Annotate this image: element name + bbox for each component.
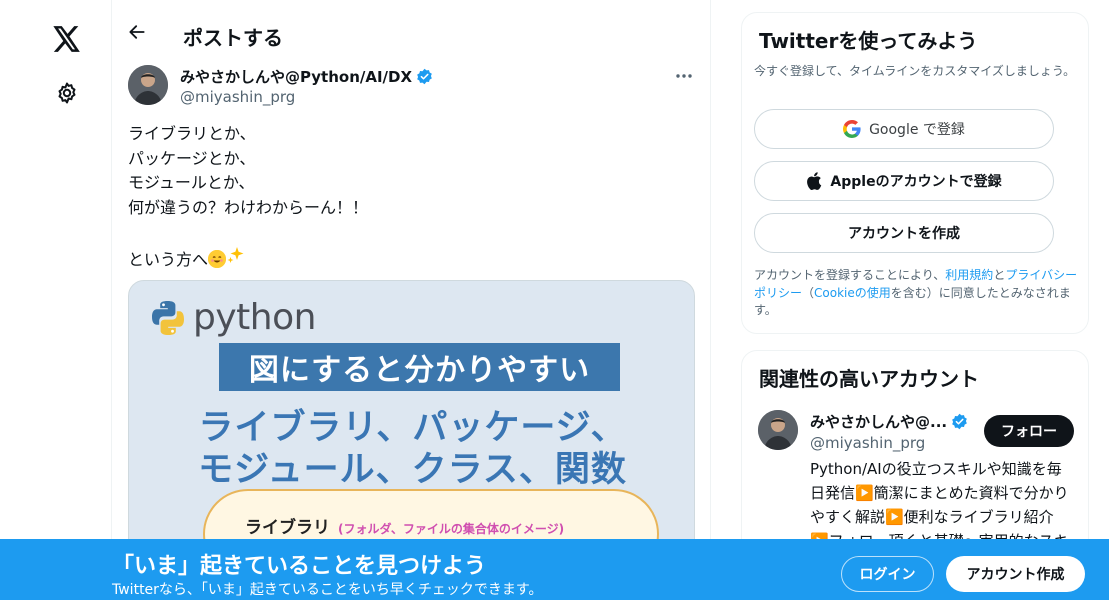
library-box-title: ライブラリ (フォルダ、ファイルの集合体のイメージ) <box>245 513 564 538</box>
left-nav <box>0 0 112 600</box>
media-banner: 図にすると分かりやすい <box>219 343 620 391</box>
create-account-button[interactable]: アカウントを作成 <box>754 213 1054 253</box>
python-logo: python <box>149 297 316 338</box>
related-accounts-title: 関連性の高いアカウント <box>759 367 979 391</box>
related-account-avatar[interactable] <box>758 410 798 450</box>
verified-badge-icon <box>417 68 432 85</box>
signup-card: Twitterを使ってみよう 今すぐ登録して、タイムラインをカスタマイズしましょ… <box>741 12 1089 334</box>
prompt-bar-title: 「いま」起きていることを見つけよう <box>112 554 487 579</box>
apple-signup-button[interactable]: Appleのアカウントで登録 <box>754 161 1054 201</box>
tweet-line: という方へ <box>128 249 209 269</box>
google-signup-button[interactable]: Google で登録 <box>754 109 1054 149</box>
smiling-face-emoji <box>208 249 227 268</box>
arrow-left-icon[interactable] <box>124 19 150 45</box>
signup-prompt-bar: 「いま」起きていることを見つけよう Twitterなら、「いま」起きていることを… <box>0 539 1109 600</box>
tweet-media-image[interactable]: python 図にすると分かりやすい ライブラリ、パッケージ、 モジュール、クラ… <box>128 280 695 560</box>
tweet-line: ライブラリとか、 <box>128 124 256 143</box>
page-title: ポストする <box>183 26 283 50</box>
gear-icon[interactable] <box>44 70 90 116</box>
signup-card-subtitle: 今すぐ登録して、タイムラインをカスタマイズしましょう。 <box>754 64 1076 78</box>
page-header: ポストする <box>112 0 710 60</box>
library-box-subtitle: (フォルダ、ファイルの集合体のイメージ) <box>338 522 565 536</box>
related-account-name[interactable]: みやさかしんや@... <box>810 411 968 432</box>
python-logo-icon <box>152 300 184 335</box>
media-heading-line: モジュール、クラス、関数 <box>198 450 627 490</box>
legal-text: アカウントを登録することにより、利用規約とプライバシーポリシー（Cookieの使… <box>754 267 1082 320</box>
tweet-line: モジュールとか、 <box>128 173 255 192</box>
more-dots-icon[interactable] <box>670 66 698 86</box>
login-button[interactable]: ログイン <box>841 556 934 592</box>
related-account-name-text: みやさかしんや@... <box>810 413 948 431</box>
legal-and: と <box>993 268 1006 282</box>
google-signup-label: Google で登録 <box>869 122 965 138</box>
tweet-line: 何が違うの？わけわからーん！！ <box>128 197 369 217</box>
follow-button[interactable]: フォロー <box>984 415 1074 447</box>
author-avatar[interactable] <box>128 65 168 105</box>
signup-button[interactable]: アカウント作成 <box>946 556 1085 592</box>
tweet-line: パッケージとか、 <box>128 148 256 168</box>
main-column: ポストする みやさかしんや@Python/AI/DX @miyashin_prg… <box>112 0 711 600</box>
tweet-line-last: という方へ <box>128 245 688 273</box>
cookie-link[interactable]: Cookieの使用 <box>814 286 891 300</box>
sparkles-emoji <box>226 246 246 269</box>
verified-badge-icon <box>952 413 967 430</box>
apple-signup-label: Appleのアカウントで登録 <box>830 174 1002 190</box>
terms-link[interactable]: 利用規約 <box>945 268 993 282</box>
create-account-label: アカウントを作成 <box>848 226 960 242</box>
author-handle[interactable]: @miyashin_prg <box>180 88 295 106</box>
tweet-text: ライブラリとか、 パッケージとか、 モジュールとか、 何が違うの？わけわからーん… <box>128 122 688 272</box>
python-logo-text: python <box>193 297 316 338</box>
x-logo-icon[interactable] <box>44 16 90 62</box>
author-name-text: みやさかしんや@Python/AI/DX <box>180 68 413 86</box>
related-account-handle[interactable]: @miyashin_prg <box>810 434 925 452</box>
signup-card-title: Twitterを使ってみよう <box>759 29 978 53</box>
author-name[interactable]: みやさかしんや@Python/AI/DX <box>180 66 433 87</box>
legal-paren: （ <box>802 285 815 300</box>
google-icon <box>843 120 861 138</box>
apple-icon <box>807 172 822 190</box>
legal-prefix: アカウントを登録することにより、 <box>754 268 946 282</box>
library-box-title-text: ライブラリ <box>245 518 330 538</box>
prompt-bar-subtitle: Twitterなら、「いま」起きていることをいち早くチェックできます。 <box>112 582 543 598</box>
